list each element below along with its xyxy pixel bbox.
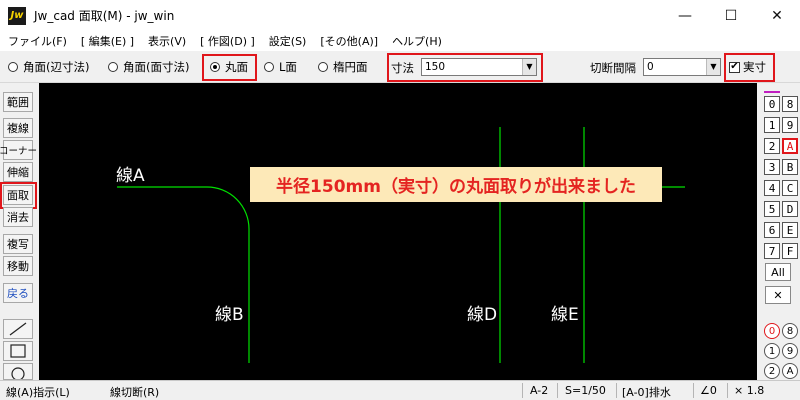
- status-divider: [693, 383, 694, 398]
- layer-9-button[interactable]: 9: [782, 117, 798, 133]
- radio-label: 角面(面寸法): [123, 60, 190, 74]
- tool-range-button[interactable]: 範囲: [3, 92, 33, 112]
- layer-c-button[interactable]: C: [782, 180, 798, 196]
- tool-erase-button[interactable]: 消去: [3, 207, 33, 227]
- title-bar: Jw Jw_cad 面取(M) - jw_win — ☐ ✕: [0, 0, 800, 31]
- annotation-banner: 半径150mm（実寸）の丸面取りが出来ました: [250, 167, 662, 202]
- layer-6-button[interactable]: 6: [764, 222, 780, 238]
- line-tool-icon[interactable]: [3, 319, 33, 339]
- menu-file[interactable]: ファイル(F): [8, 33, 67, 49]
- highlight-actual-size: [724, 53, 775, 82]
- layer-3-button[interactable]: 3: [764, 159, 780, 175]
- label-line-e: 線E: [551, 305, 579, 325]
- tool-copy-button[interactable]: 複写: [3, 234, 33, 254]
- radio-l-shape[interactable]: L面: [264, 59, 297, 75]
- status-divider: [557, 383, 558, 398]
- layer-d-button[interactable]: D: [782, 201, 798, 217]
- status-divider: [616, 383, 617, 398]
- radio-empty-icon: [8, 62, 18, 72]
- tool-multiline-button[interactable]: 複線: [3, 118, 33, 138]
- highlight-dimension: [387, 53, 543, 82]
- layer-group-a-button[interactable]: A: [782, 363, 798, 379]
- layer-b-button[interactable]: B: [782, 159, 798, 175]
- rectangle-tool-icon[interactable]: [3, 341, 33, 361]
- highlight-round-option: [202, 54, 257, 81]
- layer-8-button[interactable]: 8: [782, 96, 798, 112]
- close-button[interactable]: ✕: [754, 0, 800, 31]
- menu-other[interactable]: [その他(A)]: [320, 33, 378, 49]
- radio-square-face[interactable]: 角面(面寸法): [108, 59, 189, 75]
- drawing-canvas[interactable]: 線A 線B 線D 線E 半径150mm（実寸）の丸面取りが出来ました: [39, 83, 757, 380]
- radio-empty-icon: [264, 62, 274, 72]
- interval-combo[interactable]: 0 ▼: [643, 58, 721, 76]
- status-zoom[interactable]: × 1.8: [734, 384, 764, 397]
- layer-a-button[interactable]: A: [782, 138, 798, 154]
- label-line-b: 線B: [215, 305, 244, 325]
- left-toolbar: 範囲 複線 コーナー 伸縮 面取 消去 複写 移動 戻る: [0, 83, 39, 380]
- label-line-d: 線D: [467, 305, 498, 325]
- maximize-button[interactable]: ☐: [708, 0, 754, 31]
- status-bar: 線(A)指示(L) 線切断(R) A-2 S=1/50 [A-0]排水 ∠0 ×…: [0, 380, 800, 400]
- status-scale[interactable]: S=1/50: [565, 384, 606, 397]
- status-left-click-hint: 線(A)指示(L): [6, 386, 70, 399]
- circle-tool-icon[interactable]: [3, 363, 33, 380]
- minimize-button[interactable]: —: [662, 0, 708, 31]
- line-a-with-fillet: [117, 186, 250, 363]
- menu-help[interactable]: ヘルプ(H): [392, 33, 442, 49]
- menu-draw[interactable]: [ 作図(D) ]: [200, 33, 255, 49]
- layer-group-8-button[interactable]: 8: [782, 323, 798, 339]
- layer-group-1-button[interactable]: 1: [764, 343, 780, 359]
- radio-label: 角面(辺寸法): [23, 60, 90, 74]
- layer-5-button[interactable]: 5: [764, 201, 780, 217]
- menu-edit[interactable]: [ 編集(E) ]: [81, 33, 134, 49]
- all-layers-button[interactable]: All: [765, 263, 791, 281]
- menu-view[interactable]: 表示(V): [148, 33, 186, 49]
- radio-square-side[interactable]: 角面(辺寸法): [8, 59, 89, 75]
- layer-group-9-button[interactable]: 9: [782, 343, 798, 359]
- radio-ellipse[interactable]: 楕円面: [318, 59, 368, 75]
- menu-bar: ファイル(F) [ 編集(E) ] 表示(V) [ 作図(D) ] 設定(S) …: [0, 31, 800, 51]
- interval-value: 0: [647, 61, 654, 73]
- tool-options-bar: 角面(辺寸法) 角面(面寸法) 丸面 L面 楕円面 寸法 150 ▼ 切断間隔 …: [0, 51, 800, 83]
- label-line-a: 線A: [116, 166, 145, 186]
- drawing-svg: [117, 127, 685, 363]
- status-mode[interactable]: [A-0]排水: [622, 384, 671, 400]
- radio-label: L面: [279, 60, 297, 74]
- layer-7-button[interactable]: 7: [764, 243, 780, 259]
- window-title: Jw_cad 面取(M) - jw_win: [34, 9, 175, 23]
- status-right-click-hint: 線切断(R): [110, 386, 160, 399]
- status-divider: [522, 383, 523, 398]
- dropdown-arrow-icon[interactable]: ▼: [706, 59, 720, 75]
- radio-label: 楕円面: [333, 60, 368, 74]
- layer-group-2-button[interactable]: 2: [764, 363, 780, 379]
- radio-empty-icon: [108, 62, 118, 72]
- layer-4-button[interactable]: 4: [764, 180, 780, 196]
- highlight-chamfer-tool: [0, 182, 37, 209]
- clear-layers-button[interactable]: ✕: [765, 286, 791, 304]
- active-layer-indicator: [764, 91, 780, 93]
- tool-stretch-button[interactable]: 伸縮: [3, 162, 33, 182]
- layer-0-button[interactable]: 0: [764, 96, 780, 112]
- radio-empty-icon: [318, 62, 328, 72]
- tool-move-button[interactable]: 移動: [3, 256, 33, 276]
- layer-f-button[interactable]: F: [782, 243, 798, 259]
- interval-label: 切断間隔: [590, 61, 636, 75]
- app-logo: Jw: [8, 6, 26, 25]
- status-divider: [727, 383, 728, 398]
- menu-settings[interactable]: 設定(S): [269, 33, 307, 49]
- tool-back-button[interactable]: 戻る: [3, 283, 33, 303]
- layer-e-button[interactable]: E: [782, 222, 798, 238]
- status-layer[interactable]: A-2: [530, 384, 548, 397]
- layer-1-button[interactable]: 1: [764, 117, 780, 133]
- layer-2-button[interactable]: 2: [764, 138, 780, 154]
- layer-group-0-button[interactable]: 0: [764, 323, 780, 339]
- tool-corner-button[interactable]: コーナー: [0, 140, 37, 160]
- status-angle[interactable]: ∠0: [700, 384, 717, 397]
